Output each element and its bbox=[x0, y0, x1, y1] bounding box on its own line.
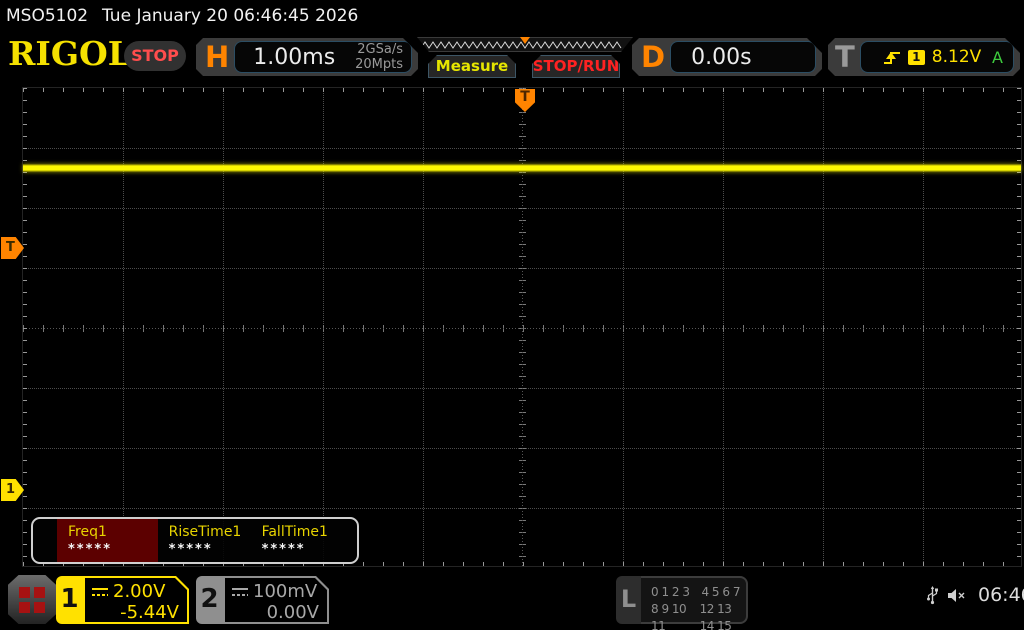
channel1-tab[interactable]: 1 bbox=[56, 576, 83, 624]
trigger-level-marker[interactable]: T bbox=[1, 237, 24, 259]
measurement-name: FallTime1 bbox=[261, 524, 328, 540]
measurement-results-panel[interactable]: Freq1 ***** RiseTime1 ***** FallTime1 **… bbox=[31, 517, 359, 564]
left-edge-ticks bbox=[23, 88, 27, 566]
channel1-offset: -5.44V bbox=[120, 602, 179, 623]
stop-run-button[interactable]: STOP/RUN bbox=[532, 55, 620, 78]
channel2-scale: 100mV bbox=[253, 581, 318, 602]
system-tray: 06:46 bbox=[926, 584, 1024, 606]
trigger-level-value: 8.12V bbox=[931, 47, 982, 67]
waveform-preview-strip[interactable] bbox=[417, 37, 633, 52]
trigger-label: T bbox=[835, 40, 855, 74]
menu-grid-icon bbox=[19, 586, 45, 613]
timebase-value: 1.00ms bbox=[253, 44, 336, 70]
speaker-muted-icon bbox=[948, 588, 965, 602]
memory-depth: 20Mpts bbox=[355, 57, 403, 72]
bottom-channel-bar: 1 2.00V -5.44V 2 100mV 0.00V L 0 1 2 3 4… bbox=[0, 570, 1024, 630]
header-bar: RIGOL STOP H 1.00ms 2GSa/s 20Mpts Measur… bbox=[0, 30, 1024, 82]
trigger-position-marker[interactable]: T bbox=[515, 89, 535, 112]
usb-icon bbox=[927, 586, 938, 605]
trigger-value-box[interactable]: 1 8.12V A bbox=[860, 41, 1014, 73]
dc-coupling-icon bbox=[232, 587, 248, 596]
sample-rate: 2GSa/s bbox=[357, 42, 403, 57]
digital-channels-box[interactable]: 0 1 2 3 4 5 6 7 8 9 10 11 12 13 14 15 bbox=[641, 576, 748, 630]
acquisition-rates: 2GSa/s 20Mpts bbox=[355, 42, 411, 72]
channel2-info-box[interactable]: 100mV 0.00V bbox=[223, 576, 329, 624]
run-status-badge[interactable]: STOP bbox=[124, 41, 186, 71]
channel1-scale: 2.00V bbox=[113, 581, 166, 602]
digital-channels-12-15: 12 13 14 15 bbox=[699, 602, 732, 630]
measurement-value: ***** bbox=[68, 542, 112, 557]
delay-value: 0.00s bbox=[691, 44, 752, 70]
measure-button[interactable]: Measure bbox=[428, 55, 516, 78]
trigger-sweep-mode: A bbox=[992, 47, 1003, 67]
datetime-text: Tue January 20 06:46:45 2026 bbox=[102, 6, 359, 26]
model-name: MSO5102 bbox=[6, 6, 89, 26]
waveform-display-area: T T 1 Freq1 ***** RiseTime1 ***** FallTi… bbox=[1, 87, 1022, 567]
status-bar: MSO5102 Tue January 20 06:46:45 2026 bbox=[0, 0, 1024, 30]
channel1-info-box[interactable]: 2.00V -5.44V bbox=[83, 576, 189, 624]
preview-trigger-position-icon bbox=[520, 37, 530, 44]
digital-channels-4-7: 4 5 6 7 bbox=[701, 585, 740, 599]
delay-settings-panel[interactable]: D 0.00s bbox=[632, 38, 822, 76]
channel2-tab[interactable]: 2 bbox=[196, 576, 223, 624]
measurement-item-risetime[interactable]: RiseTime1 ***** bbox=[158, 519, 251, 562]
right-edge-ticks bbox=[1017, 88, 1021, 566]
trigger-slope-rising-icon bbox=[883, 50, 901, 65]
channel1-status[interactable]: 1 2.00V -5.44V bbox=[56, 576, 189, 624]
trigger-settings-panel[interactable]: T 1 8.12V A bbox=[828, 38, 1020, 76]
digital-channels-8-11: 8 9 10 11 bbox=[651, 602, 687, 630]
measurement-name: RiseTime1 bbox=[168, 524, 242, 540]
trigger-source-badge: 1 bbox=[908, 50, 925, 65]
horizontal-settings-panel[interactable]: H 1.00ms 2GSa/s 20Mpts bbox=[196, 38, 418, 76]
delay-value-box[interactable]: 0.00s bbox=[670, 41, 816, 73]
measurement-item-freq[interactable]: Freq1 ***** bbox=[57, 519, 158, 562]
clock: 06:46 bbox=[978, 584, 1024, 606]
channel1-waveform-trace bbox=[23, 164, 1021, 172]
horizontal-label: H bbox=[205, 40, 230, 74]
digital-channels-0-3: 0 1 2 3 bbox=[651, 585, 690, 599]
measurement-name: Freq1 bbox=[68, 524, 107, 540]
dc-coupling-icon bbox=[92, 587, 108, 596]
channel2-offset: 0.00V bbox=[266, 602, 319, 623]
channel1-offset-marker[interactable]: 1 bbox=[1, 479, 24, 501]
oscilloscope-screen: MSO5102 Tue January 20 06:46:45 2026 RIG… bbox=[0, 0, 1024, 630]
logic-analyzer-tab[interactable]: L bbox=[616, 576, 641, 624]
menu-button[interactable] bbox=[8, 575, 56, 624]
measurement-value: ***** bbox=[168, 542, 213, 557]
measurement-item-falltime[interactable]: FallTime1 ***** bbox=[251, 519, 357, 562]
horizontal-value-box[interactable]: 1.00ms 2GSa/s 20Mpts bbox=[234, 41, 412, 73]
channel2-status[interactable]: 2 100mV 0.00V bbox=[196, 576, 329, 624]
center-horizontal-axis bbox=[23, 325, 1021, 332]
delay-label: D bbox=[641, 40, 666, 74]
rigol-logo: RIGOL bbox=[8, 34, 131, 73]
logic-analyzer-status[interactable]: L 0 1 2 3 4 5 6 7 8 9 10 11 12 13 14 15 bbox=[616, 576, 748, 630]
measurement-value: ***** bbox=[261, 542, 306, 557]
